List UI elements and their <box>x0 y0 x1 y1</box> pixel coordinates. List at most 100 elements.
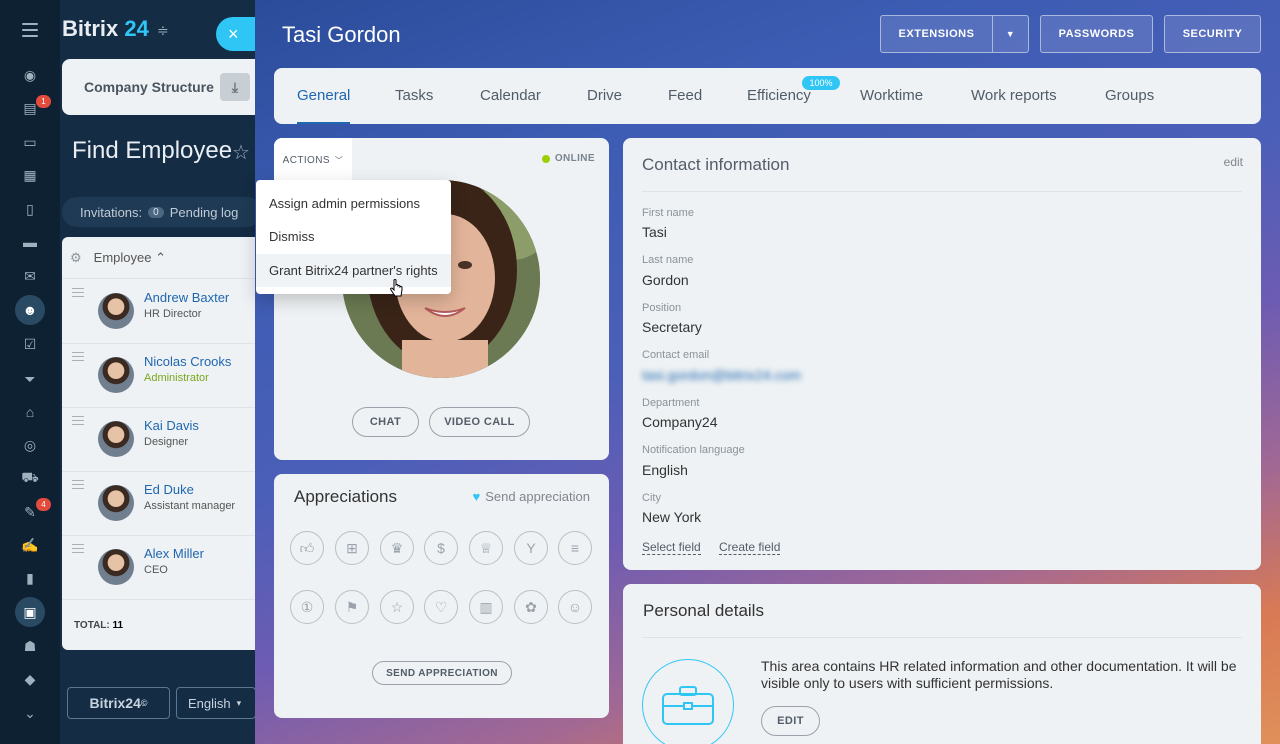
crown-icon[interactable]: ♕ <box>469 531 503 565</box>
download-icon[interactable]: ⤓ <box>220 73 250 101</box>
settings-icon[interactable]: ≑ <box>157 22 169 39</box>
briefcase-icon <box>642 659 734 744</box>
tab-tasks[interactable]: Tasks <box>395 68 433 124</box>
smile-icon[interactable]: ☺ <box>558 590 592 624</box>
personal-details-text: This area contains HR related informatio… <box>761 658 1237 691</box>
cocktail-icon[interactable]: Y <box>514 531 548 565</box>
language-selector[interactable]: English ▾ <box>176 687 256 719</box>
tab-groups[interactable]: Groups <box>1105 68 1154 124</box>
money-bag-icon[interactable]: $ <box>424 531 458 565</box>
employee-column-header[interactable]: Employee ⌃ <box>94 250 166 266</box>
beer-icon[interactable]: ▥ <box>469 590 503 624</box>
page-title: Tasi Gordon <box>282 22 401 47</box>
gift-icon[interactable]: ⊞ <box>335 531 369 565</box>
analytics-icon[interactable]: ▮ <box>20 568 40 588</box>
employee-name[interactable]: Alex Miller <box>144 546 204 561</box>
table-row[interactable]: Andrew Baxter HR Director <box>62 280 262 344</box>
robot-icon[interactable]: ☗ <box>20 636 40 656</box>
notification-badge: 1 <box>36 95 51 108</box>
tab-general[interactable]: General <box>297 68 351 124</box>
avatar <box>98 549 134 585</box>
gear-icon[interactable]: ⚙ <box>70 250 82 266</box>
send-appreciation-link[interactable]: ♥ Send appreciation <box>472 489 590 504</box>
heart-icon[interactable]: ♡ <box>424 590 458 624</box>
tab-efficiency[interactable]: Efficiency <box>747 68 811 124</box>
tab-calendar[interactable]: Calendar <box>480 68 541 124</box>
drag-handle[interactable] <box>72 288 84 300</box>
chevron-down-icon[interactable]: ▼ <box>992 16 1028 52</box>
menu-item-dismiss[interactable]: Dismiss <box>256 220 451 253</box>
chat-icon[interactable]: ▭ <box>20 132 40 152</box>
tab-drive[interactable]: Drive <box>587 68 622 124</box>
field-value: Company24 <box>642 414 718 430</box>
table-row[interactable]: Alex Miller CEO <box>62 536 262 600</box>
edit-link[interactable]: edit <box>1224 155 1243 169</box>
table-row[interactable]: Ed Duke Assistant manager <box>62 472 262 536</box>
menu-item-assign-admin[interactable]: Assign admin permissions <box>256 187 451 220</box>
trophy-icon[interactable]: ♛ <box>380 531 414 565</box>
table-row[interactable]: Nicolas Crooks Administrator <box>62 344 262 408</box>
drag-handle[interactable] <box>72 352 84 364</box>
sign-icon[interactable]: ✍ <box>20 535 40 555</box>
company-structure-button[interactable]: Company Structure ⤓ <box>62 59 262 115</box>
menu-icon[interactable] <box>22 23 38 37</box>
calendar-icon[interactable]: ▦ <box>20 165 40 185</box>
video-call-button[interactable]: VIDEO CALL <box>429 407 530 437</box>
star-icon[interactable]: ☆ <box>232 140 250 165</box>
notification-badge: 4 <box>36 498 51 511</box>
menu-item-grant-partner-rights[interactable]: Grant Bitrix24 partner's rights <box>256 254 451 287</box>
box-icon[interactable]: ◆ <box>20 669 40 689</box>
employee-name[interactable]: Kai Davis <box>144 418 199 433</box>
field-label: Department <box>642 397 700 409</box>
tab-work-reports[interactable]: Work reports <box>971 68 1057 124</box>
actions-button[interactable]: ACTIONS ﹀ <box>274 138 352 182</box>
chevron-down-icon[interactable]: ⌄ <box>20 703 40 723</box>
employee-role: Designer <box>144 436 189 448</box>
contact-card-icon[interactable]: ▣ <box>15 597 45 627</box>
drive-icon[interactable]: ▬ <box>20 232 40 252</box>
cart-icon[interactable]: ⛟ <box>20 468 40 488</box>
contact-email-value[interactable]: tasi.gordon@bitrix24.com <box>642 367 801 383</box>
edit-button[interactable]: EDIT <box>761 706 820 736</box>
app-sidebar: ◉ ▤ 1 ▭ ▦ ▯ ▬ ✉ ☻ ☑ ⏷ ⌂ ◎ ⛟ ✎ 4 ✍ ▮ ▣ ☗ … <box>0 0 60 744</box>
employee-name[interactable]: Ed Duke <box>144 482 194 497</box>
passwords-button[interactable]: PASSWORDS <box>1040 15 1153 53</box>
field-label: Notification language <box>642 444 745 456</box>
invitations-bar[interactable]: Invitations: 0 Pending log <box>62 197 262 227</box>
cake-icon[interactable]: ≡ <box>558 531 592 565</box>
field-label: First name <box>642 207 694 219</box>
table-header: ⚙ Employee ⌃ <box>62 237 262 279</box>
building-icon[interactable]: ⌂ <box>20 402 40 422</box>
bitrix24-footer-logo[interactable]: Bitrix24 © <box>67 687 170 719</box>
star-icon[interactable]: ☆ <box>380 590 414 624</box>
tab-worktime[interactable]: Worktime <box>860 68 923 124</box>
actions-menu: Assign admin permissions Dismiss Grant B… <box>256 180 451 294</box>
create-field-link[interactable]: Create field <box>719 540 781 555</box>
drag-handle[interactable] <box>72 480 84 492</box>
filter-icon[interactable]: ⏷ <box>20 369 40 389</box>
chat-button[interactable]: CHAT <box>352 407 419 437</box>
mail-icon[interactable]: ✉ <box>20 266 40 286</box>
thumbs-up-icon[interactable]: 👍︎ <box>290 531 324 565</box>
table-row[interactable]: Kai Davis Designer <box>62 408 262 472</box>
employee-role: HR Director <box>144 308 202 320</box>
employees-icon[interactable]: ☻ <box>15 295 45 325</box>
feed-icon[interactable]: ◉ <box>20 65 40 85</box>
target-icon[interactable]: ◎ <box>20 435 40 455</box>
tab-feed[interactable]: Feed <box>668 68 702 124</box>
security-button[interactable]: SECURITY <box>1164 15 1261 53</box>
employee-name[interactable]: Nicolas Crooks <box>144 354 231 369</box>
document-icon[interactable]: ▯ <box>20 199 40 219</box>
flower-icon[interactable]: ✿ <box>514 590 548 624</box>
flag-icon[interactable]: ⚑ <box>335 590 369 624</box>
extensions-button[interactable]: EXTENSIONS ▼ <box>880 15 1029 53</box>
employee-name[interactable]: Andrew Baxter <box>144 290 229 305</box>
send-appreciation-button[interactable]: SEND APPRECIATION <box>372 661 512 685</box>
select-field-link[interactable]: Select field <box>642 540 701 555</box>
medal-one-icon[interactable]: ① <box>290 590 324 624</box>
status-dot-icon <box>541 154 550 163</box>
checklist-icon[interactable]: ☑ <box>20 334 40 354</box>
field-value: New York <box>642 509 702 525</box>
drag-handle[interactable] <box>72 544 84 556</box>
drag-handle[interactable] <box>72 416 84 428</box>
